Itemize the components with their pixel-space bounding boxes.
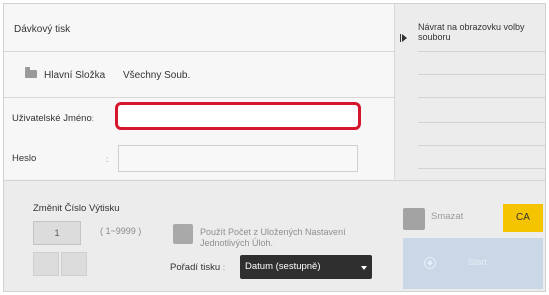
divider (418, 122, 545, 123)
ca-button[interactable]: CA (503, 204, 543, 232)
print-order-label: Pořadí tisku : (170, 262, 225, 273)
username-colon: : (91, 114, 94, 123)
divider (4, 97, 394, 98)
username-label-text: Uživatelské Jméno (12, 113, 92, 124)
divider (418, 97, 545, 98)
folder-icon[interactable] (25, 67, 37, 78)
delete-checkbox[interactable] (403, 208, 425, 230)
print-order-select[interactable]: Datum (sestupně) (240, 255, 372, 279)
start-button[interactable]: Start (403, 238, 543, 289)
password-input[interactable] (118, 145, 358, 172)
start-label: Start (468, 257, 488, 267)
copies-decrement-button[interactable] (33, 252, 59, 276)
start-icon (424, 257, 436, 269)
print-order-value: Datum (sestupně) (245, 261, 321, 272)
copies-range: ( 1~9999 ) (100, 226, 142, 236)
password-colon: : (106, 155, 109, 164)
folder-label[interactable]: Hlavní Složka (44, 70, 105, 81)
username-label: Uživatelské Jméno: (12, 113, 94, 124)
copies-increment-button[interactable] (61, 252, 87, 276)
divider (4, 51, 394, 52)
divider (418, 51, 545, 52)
back-to-file-selection-button[interactable]: Návrat na obrazovku volby souboru (418, 22, 542, 42)
chevron-down-icon (361, 266, 367, 270)
page-title: Dávkový tisk (14, 24, 71, 35)
username-input[interactable] (115, 102, 361, 130)
back-arrow-icon-bar (400, 34, 401, 42)
back-arrow-icon[interactable] (402, 34, 407, 42)
divider (418, 168, 545, 169)
copies-input[interactable]: 1 (33, 221, 81, 245)
print-order-label-text: Pořadí tisku (170, 262, 221, 273)
print-order-colon: : (222, 263, 226, 272)
change-copies-label: Změnit Číslo Výtisku (33, 203, 120, 214)
all-files-label: Všechny Soub. (123, 70, 191, 81)
delete-label: Smazat (431, 211, 464, 222)
use-saved-copies-checkbox[interactable] (173, 224, 193, 244)
divider (418, 145, 545, 146)
use-saved-copies-label: Použít Počet z Uložených Nastavení Jedno… (200, 227, 346, 248)
password-label: Heslo (12, 153, 37, 164)
divider (418, 74, 545, 75)
